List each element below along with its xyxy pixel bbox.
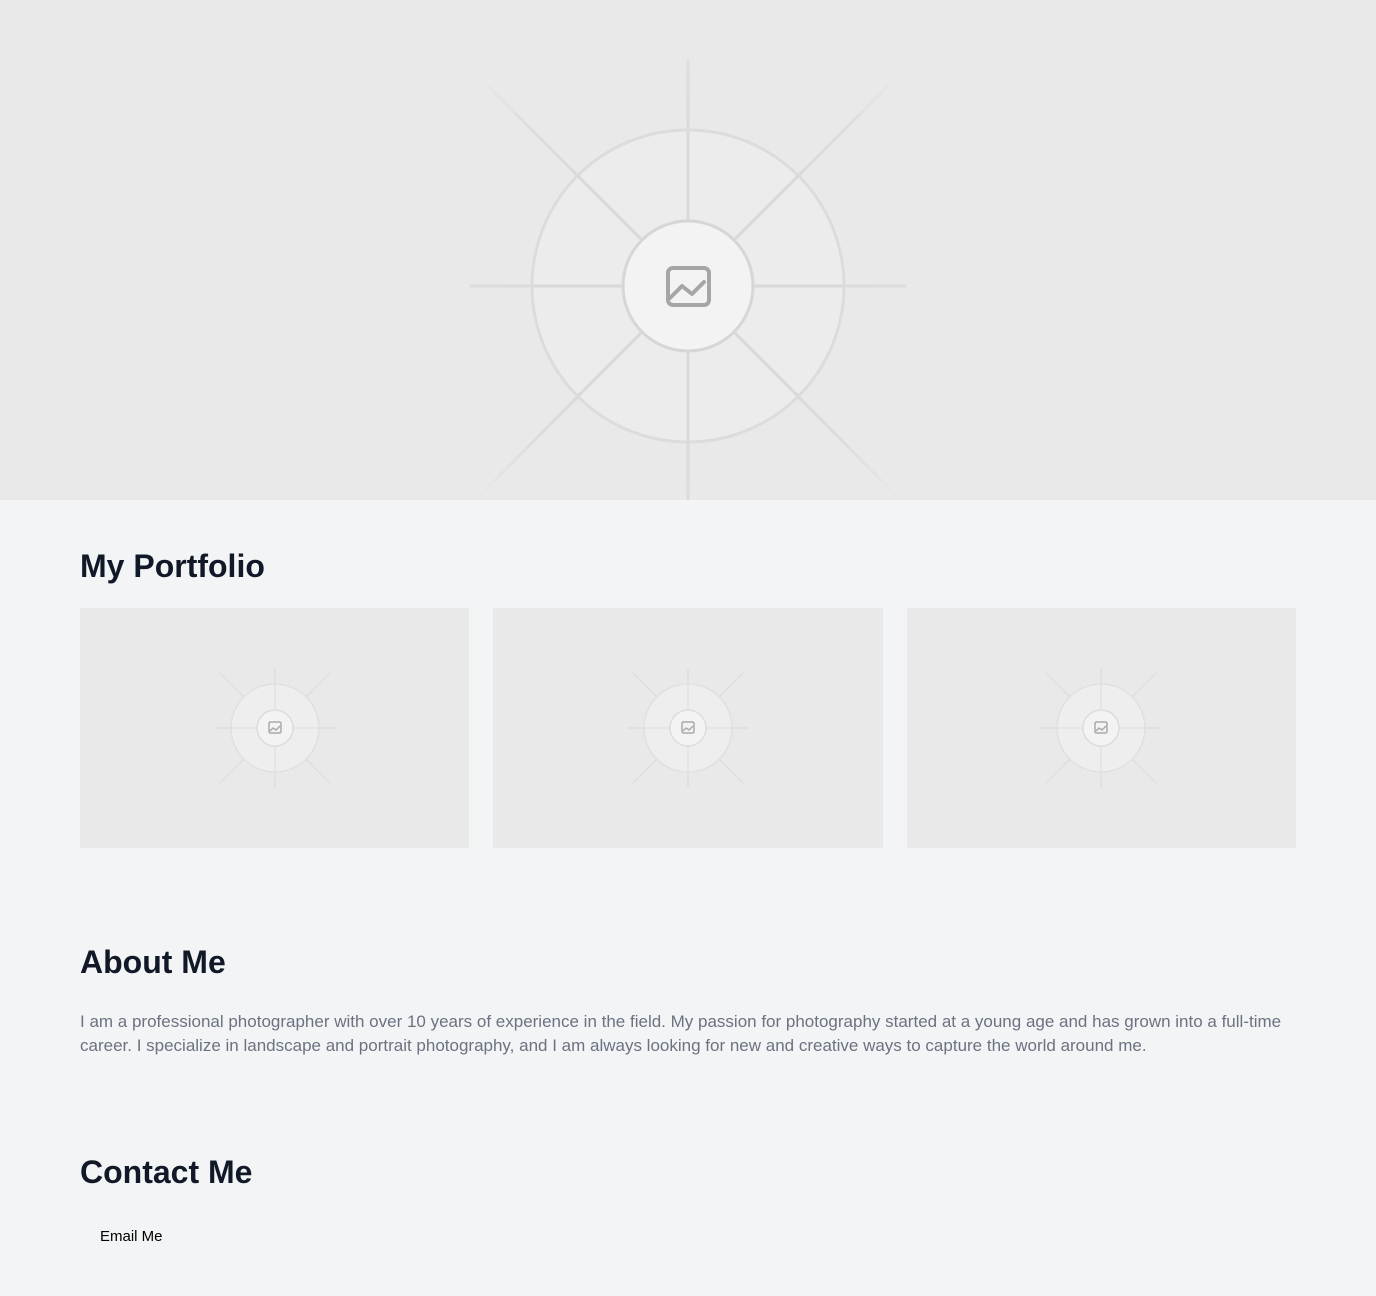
email-me-button[interactable]: Email Me (80, 1220, 183, 1253)
portfolio-item[interactable] (80, 608, 470, 848)
about-section: About Me I am a professional photographe… (0, 944, 1376, 1058)
about-text: I am a professional photographer with ov… (80, 1012, 1282, 1055)
portfolio-section: My Portfolio (0, 500, 1376, 848)
contact-title: Contact Me (80, 1154, 253, 1190)
portfolio-grid (80, 608, 1296, 848)
image-placeholder-icon (1041, 668, 1162, 788)
about-title: About Me (80, 944, 226, 980)
portfolio-item[interactable] (906, 608, 1296, 848)
hero-image (0, 0, 1376, 500)
image-placeholder-icon (214, 668, 335, 788)
hero-placeholder-graphic (468, 60, 908, 500)
portfolio-item[interactable] (493, 608, 883, 848)
contact-section: Contact Me Email Me (0, 1154, 1376, 1253)
image-placeholder-icon (627, 668, 748, 788)
portfolio-title: My Portfolio (80, 548, 265, 584)
